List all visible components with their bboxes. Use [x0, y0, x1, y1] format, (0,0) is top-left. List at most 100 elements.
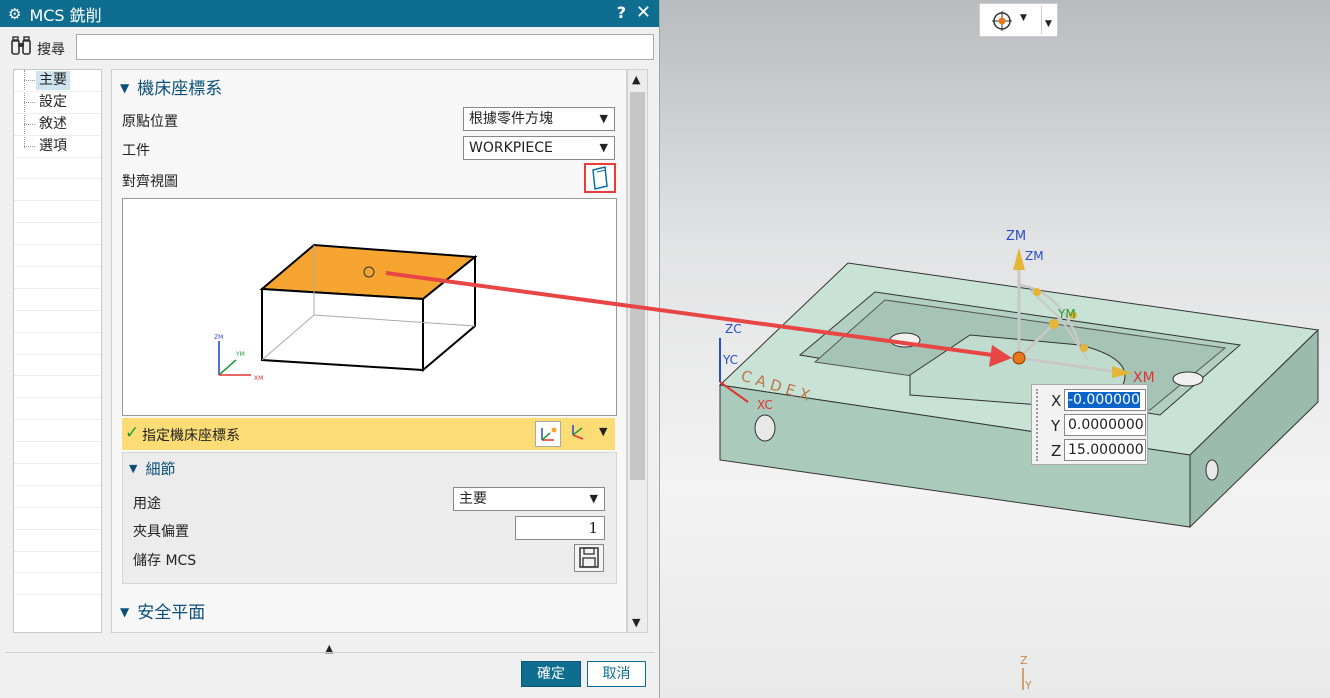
csys-method-dropdown-icon[interactable]: ▼ [599, 425, 607, 438]
tree-empty-row [14, 223, 101, 246]
dialog-titlebar[interactable]: ⚙ MCS 銑削 ? ✕ [0, 0, 659, 27]
xc-label: XC [757, 398, 773, 412]
workpiece-value: WORKPIECE [469, 140, 553, 156]
section-mcs-header[interactable]: ▼ 機床座標系 [120, 74, 222, 99]
specify-mcs-label: 指定機床座標系 [142, 428, 240, 444]
tree-empty-row [14, 289, 101, 311]
hole-top-left [889, 332, 921, 348]
section-safe-plane-title: 安全平面 [137, 603, 206, 623]
crosshair-icon [992, 11, 1012, 31]
coord-y-label: Y [1051, 417, 1061, 435]
scroll-down-icon[interactable]: ▼ [632, 616, 640, 629]
zc-label: ZC [725, 322, 742, 336]
dropdown-arrow-icon: ▼ [599, 112, 608, 125]
tree-empty-row [14, 355, 101, 377]
coord-z-label: Z [1051, 442, 1062, 460]
nav-tree: 主要 設定 敘述 選項 [13, 69, 102, 633]
mcs-rotate-handle[interactable] [1033, 288, 1041, 296]
specify-mcs-row[interactable]: ✓ 指定機床座標系 ▼ [122, 418, 615, 450]
search-input[interactable] [76, 34, 654, 60]
tree-empty-row [14, 179, 101, 202]
drag-grip[interactable] [1036, 389, 1038, 461]
vertical-scrollbar[interactable]: ▲ ▼ [627, 69, 648, 633]
purpose-dropdown[interactable]: 主要 ▼ [453, 487, 605, 511]
details-header[interactable]: ▼ 細節 [129, 458, 175, 479]
snap-point-button[interactable] [990, 10, 1014, 36]
xm-label: XM [254, 375, 263, 382]
toolbar-separator [1041, 6, 1042, 34]
expand-up-icon[interactable]: ▲ [325, 642, 333, 655]
tree-empty-row [14, 552, 101, 574]
tree-connector [24, 145, 35, 147]
zm-label: ZM [1025, 249, 1044, 263]
zm-label: ZM [214, 334, 223, 341]
tree-empty-row [14, 311, 101, 333]
tree-empty-row [14, 464, 101, 486]
cancel-button[interactable]: 取消 [587, 661, 646, 687]
search-label: 搜尋 [37, 42, 65, 58]
graphics-viewport[interactable]: C A D E X ZC YC XC ZM ZM YM XM Z Y [660, 0, 1330, 698]
tree-empty-row [14, 398, 101, 421]
collapse-icon: ▼ [120, 81, 130, 95]
scrollbar-thumb[interactable] [630, 92, 645, 480]
coord-z-input[interactable]: 15.000000 [1064, 439, 1146, 461]
workpiece-dropdown[interactable]: WORKPIECE ▼ [463, 136, 615, 160]
purpose-label: 用途 [133, 496, 161, 512]
save-mcs-label: 儲存 MCS [133, 553, 197, 569]
origin-dropdown[interactable]: 根據零件方塊 ▼ [463, 107, 615, 131]
tree-empty-row [14, 376, 101, 399]
tree-empty-row [14, 508, 101, 530]
fixture-offset-label: 夾具偏置 [133, 524, 189, 540]
csys-dialog-button[interactable] [535, 421, 561, 447]
workpiece-label: 工件 [122, 143, 150, 159]
nav-item-main[interactable]: 主要 [36, 71, 70, 90]
hole-front-left [754, 414, 776, 442]
tree-empty-row [14, 267, 101, 289]
tree-empty-row [14, 530, 101, 552]
gear-icon: ⚙ [8, 4, 22, 23]
collapse-icon: ▼ [129, 462, 138, 475]
help-button[interactable]: ? [617, 3, 626, 22]
coord-x-input[interactable]: -0.000000 [1064, 389, 1146, 411]
hole-side [1205, 459, 1219, 481]
coord-x-value: -0.000000 [1068, 392, 1140, 408]
coord-row-y: Y 0.0000000 [1040, 414, 1146, 438]
coord-y-input[interactable]: 0.0000000 [1064, 414, 1146, 436]
ok-button[interactable]: 確定 [521, 661, 581, 687]
ym-axis [218, 359, 237, 376]
close-button[interactable]: ✕ [636, 2, 651, 23]
snap-dropdown-icon[interactable]: ▼ [1020, 13, 1027, 23]
bottom-z-label: Z [1020, 654, 1028, 667]
search-row: 搜尋 [10, 34, 655, 62]
mcs-rotate-handle[interactable] [1080, 344, 1088, 352]
fixture-offset-input[interactable]: 1 [515, 516, 605, 540]
mcs-dialog: ⚙ MCS 銑削 ? ✕ 搜尋 主要 設定 敘述 選項 ▼ 機床座標系 原點位置 [0, 0, 660, 698]
nav-item-description[interactable]: 敘述 [36, 115, 70, 134]
tree-connector [24, 80, 35, 81]
nav-item-options[interactable]: 選項 [36, 137, 70, 156]
tree-empty-row [14, 573, 101, 596]
main-panel: ▼ 機床座標系 原點位置 根據零件方塊 ▼ 工件 WORKPIECE ▼ 對齊視圖 [111, 69, 627, 633]
toolbar-overflow-icon[interactable]: ▼ [1045, 19, 1052, 29]
section-mcs-title: 機床座標系 [137, 79, 223, 99]
align-view-label: 對齊視圖 [122, 174, 178, 190]
section-safe-plane-header[interactable]: ▼ 安全平面 [120, 598, 205, 623]
zm-label-outer: ZM [1006, 229, 1026, 244]
dialog-title: MCS 銑削 [29, 5, 102, 25]
mcs-z-arrow[interactable] [1013, 248, 1025, 270]
dropdown-arrow-icon: ▼ [599, 141, 608, 154]
tree-empty-row [14, 442, 101, 465]
save-mcs-button[interactable] [574, 544, 604, 572]
mcs-origin-handle[interactable] [1012, 351, 1026, 365]
align-view-button[interactable] [584, 163, 616, 193]
details-title: 細節 [145, 460, 176, 478]
check-icon: ✓ [125, 423, 140, 443]
yc-label: YC [722, 353, 738, 367]
scroll-up-icon[interactable]: ▲ [632, 73, 640, 86]
nav-item-settings[interactable]: 設定 [36, 93, 70, 112]
ym-label: YM [1057, 307, 1076, 321]
tree-empty-row [14, 420, 101, 443]
tree-empty-row [14, 486, 101, 508]
workpiece-preview: ZM YM XM [214, 243, 478, 382]
csys-inferred-button[interactable] [565, 421, 591, 447]
